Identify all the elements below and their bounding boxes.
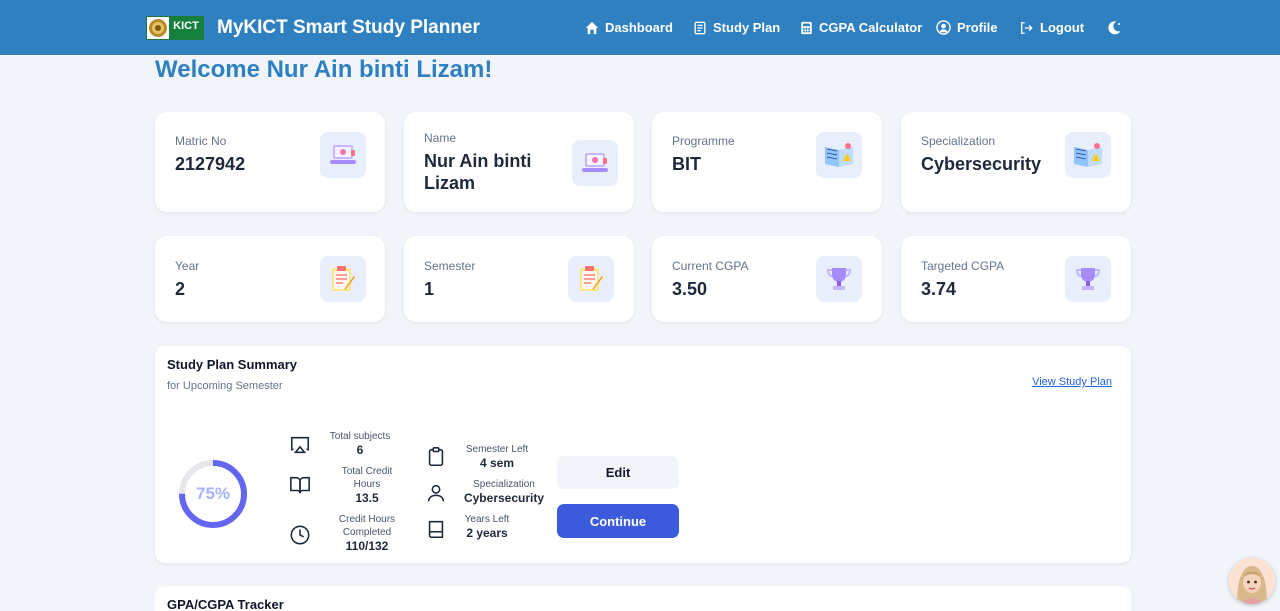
welcome-heading: Welcome Nur Ain binti Lizam! bbox=[155, 56, 493, 83]
logout-icon bbox=[1021, 21, 1033, 34]
stat-label: Total subjects bbox=[329, 431, 391, 442]
stat-label: Semester Left bbox=[465, 444, 529, 455]
card-label: Programme bbox=[672, 134, 735, 148]
clipboard-pencil-icon bbox=[568, 256, 614, 302]
logo-text: KICT bbox=[169, 17, 203, 39]
card-name: Name Nur Ain binti Lizam bbox=[404, 112, 634, 212]
stat-value: 2 years bbox=[466, 526, 508, 540]
iium-emblem-icon bbox=[147, 17, 169, 39]
stat-value: 13.5 bbox=[355, 491, 379, 505]
calculator-icon bbox=[801, 21, 812, 34]
stat-value: 6 bbox=[356, 443, 364, 457]
stat-value: Cybersecurity bbox=[463, 491, 545, 505]
home-icon bbox=[585, 21, 599, 34]
card-label: Current CGPA bbox=[672, 259, 749, 273]
nav-logout[interactable]: Logout bbox=[1019, 0, 1084, 55]
card-label: Targeted CGPA bbox=[921, 259, 1005, 273]
card-value: Nur Ain binti Lizam bbox=[424, 151, 532, 193]
user-icon bbox=[427, 484, 445, 502]
card-value: 2127942 bbox=[175, 154, 246, 174]
study-plan-summary: Study Plan Summary for Upcoming Semester… bbox=[155, 346, 1131, 563]
card-targeted-cgpa: Targeted CGPA 3.74 bbox=[901, 236, 1131, 322]
stat-value: 4 sem bbox=[479, 456, 515, 470]
stat-semester-left: Semester Left 4 sem bbox=[452, 443, 542, 470]
card-specialization: Specialization Cybersecurity bbox=[901, 112, 1131, 212]
gpa-tracker-section: GPA/CGPA Tracker bbox=[155, 586, 1131, 611]
nav-profile[interactable]: Profile bbox=[936, 0, 997, 55]
stat-credit-hours: Total Credit Hours 13.5 bbox=[327, 465, 407, 505]
chat-assistant-avatar[interactable] bbox=[1229, 558, 1275, 604]
progress-percent: 75% bbox=[195, 484, 231, 503]
document-icon bbox=[694, 21, 706, 34]
dark-mode-toggle[interactable] bbox=[1106, 0, 1128, 55]
stat-years-left: Years Left 2 years bbox=[452, 513, 522, 540]
nav-cgpa-calculator[interactable]: CGPA Calculator bbox=[800, 0, 922, 55]
stat-specialization: Specialization Cybersecurity bbox=[455, 478, 553, 505]
card-label: Year bbox=[175, 259, 200, 273]
clock-icon bbox=[290, 525, 310, 545]
clipboard-icon bbox=[428, 447, 444, 467]
clipboard-pencil-icon bbox=[320, 256, 366, 302]
user-circle-icon bbox=[936, 20, 951, 35]
nav-dashboard[interactable]: Dashboard bbox=[585, 0, 673, 55]
laptop-icon bbox=[572, 140, 618, 186]
card-label: Semester bbox=[424, 259, 476, 273]
open-book-icon bbox=[816, 132, 862, 178]
gpa-tracker-title: GPA/CGPA Tracker bbox=[167, 597, 284, 611]
continue-button[interactable]: Continue bbox=[557, 504, 679, 538]
card-value: 3.50 bbox=[672, 279, 708, 299]
card-label: Specialization bbox=[921, 134, 996, 148]
summary-title: Study Plan Summary bbox=[167, 357, 298, 372]
view-study-plan-link[interactable]: View Study Plan bbox=[1032, 376, 1112, 388]
app-title: MyKICT Smart Study Planner bbox=[217, 17, 480, 38]
trophy-icon bbox=[816, 256, 862, 302]
stat-value: 110/132 bbox=[345, 539, 389, 553]
card-value: 1 bbox=[424, 279, 435, 299]
stat-label: Total Credit Hours bbox=[341, 466, 393, 490]
card-programme: Programme BIT bbox=[652, 112, 882, 212]
trophy-icon bbox=[1065, 256, 1111, 302]
nav-logout-label: Logout bbox=[1040, 20, 1085, 35]
card-semester: Semester 1 bbox=[404, 236, 634, 322]
card-value: 3.74 bbox=[921, 279, 957, 299]
laptop-icon bbox=[320, 132, 366, 178]
top-navbar: KICT MyKICT Smart Study Planner Dashboar… bbox=[0, 0, 1280, 55]
edit-button[interactable]: Edit bbox=[557, 456, 679, 489]
stat-label: Specialization bbox=[473, 479, 535, 490]
book-icon bbox=[428, 520, 444, 539]
kict-logo: KICT bbox=[146, 16, 204, 40]
nav-study-plan[interactable]: Study Plan bbox=[693, 0, 780, 55]
card-value: 2 bbox=[175, 279, 186, 299]
card-value: Cybersecurity bbox=[921, 154, 1042, 174]
brand[interactable]: KICT MyKICT Smart Study Planner bbox=[146, 16, 480, 40]
stat-total-subjects: Total subjects 6 bbox=[320, 430, 400, 457]
moon-icon bbox=[1108, 20, 1121, 34]
card-matric: Matric No 2127942 bbox=[155, 112, 385, 212]
card-label: Name bbox=[424, 131, 457, 145]
nav-study-plan-label: Study Plan bbox=[713, 20, 781, 35]
book-open-icon bbox=[290, 476, 310, 494]
stat-credit-hours-completed: Credit Hours Completed 110/132 bbox=[327, 513, 407, 553]
card-label: Matric No bbox=[175, 134, 227, 148]
stat-label: Credit Hours Completed bbox=[338, 514, 396, 538]
summary-subtitle: for Upcoming Semester bbox=[167, 380, 283, 392]
stat-label: Years Left bbox=[464, 514, 510, 525]
airplay-icon bbox=[290, 436, 310, 454]
nav-cgpa-calculator-label: CGPA Calculator bbox=[819, 20, 923, 35]
nav-dashboard-label: Dashboard bbox=[605, 20, 673, 35]
assistant-avatar-icon bbox=[1229, 558, 1275, 604]
card-current-cgpa: Current CGPA 3.50 bbox=[652, 236, 882, 322]
card-year: Year 2 bbox=[155, 236, 385, 322]
nav-profile-label: Profile bbox=[957, 20, 998, 35]
card-value: BIT bbox=[672, 154, 701, 174]
open-book-icon bbox=[1065, 132, 1111, 178]
